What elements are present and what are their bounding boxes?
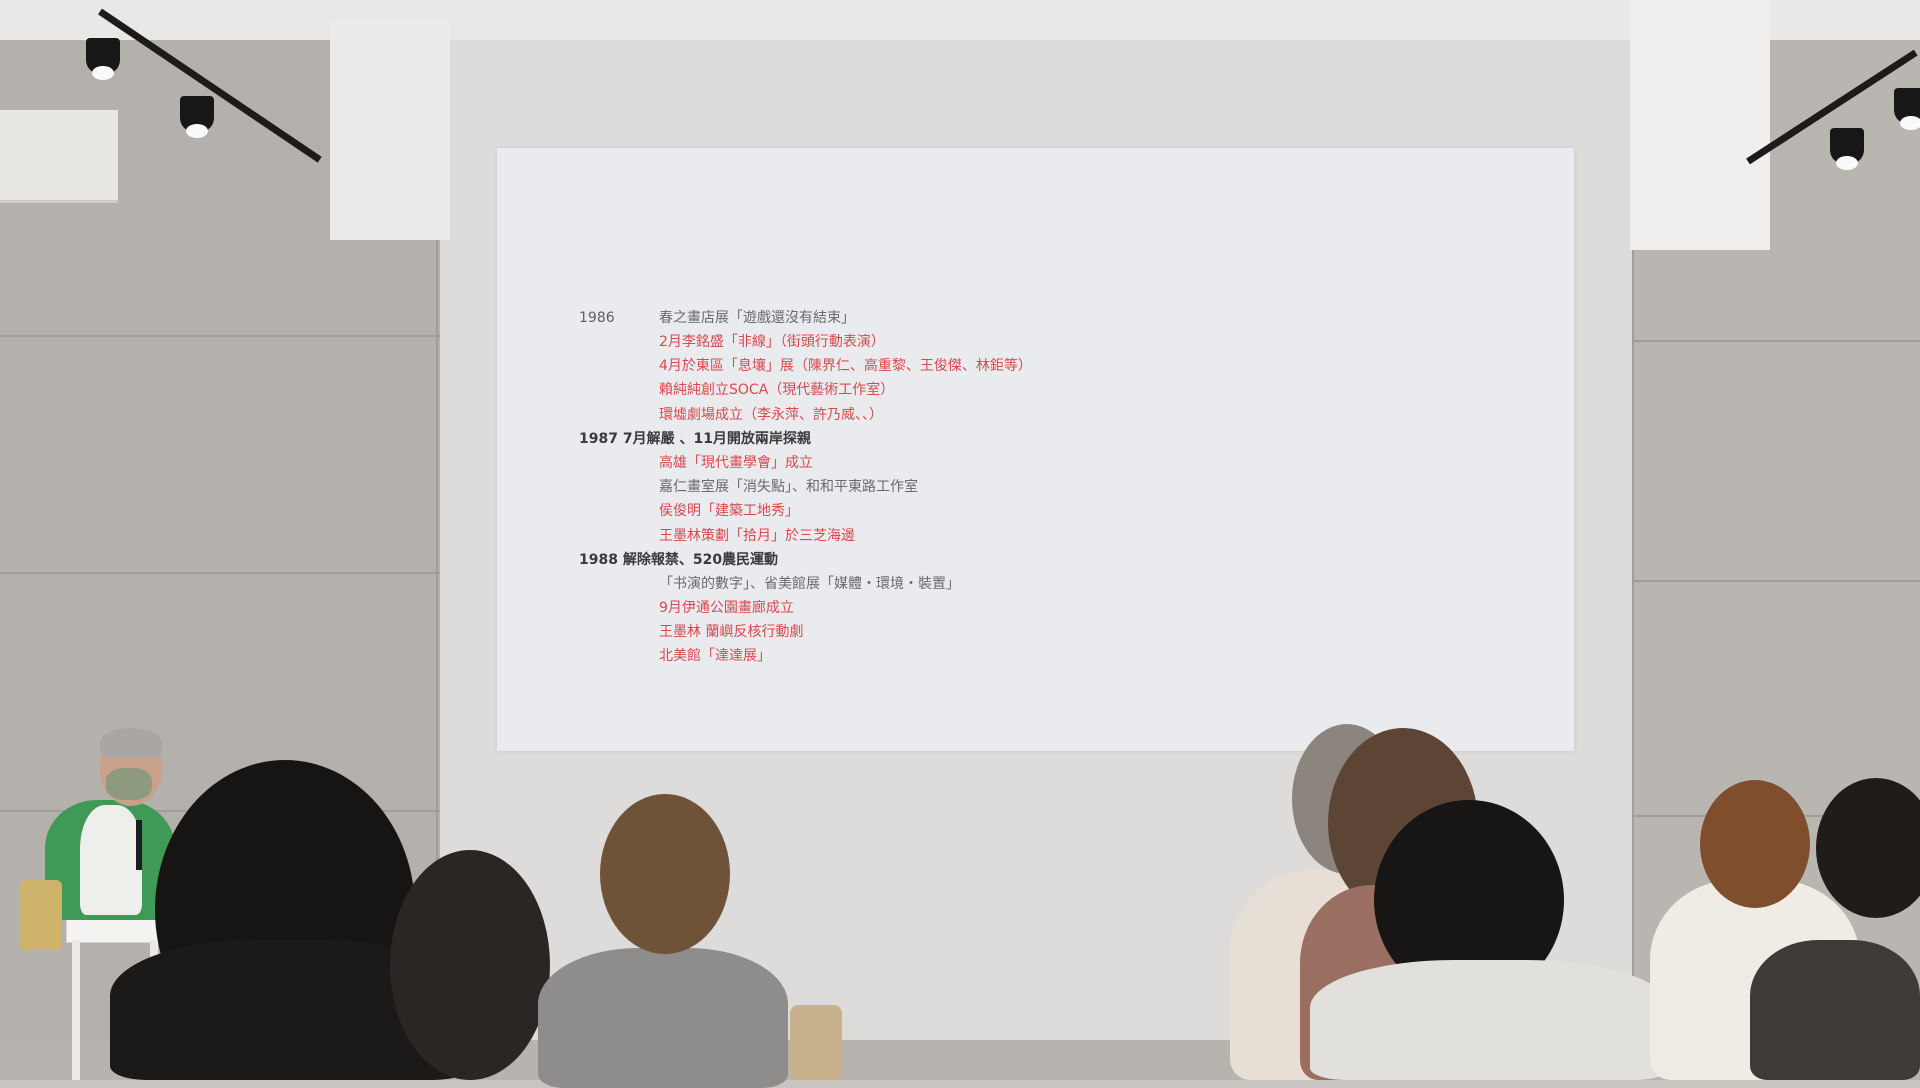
audience-body [1310, 960, 1670, 1080]
timeline-item: 2月李銘盛「非線」（街頭行動表演） [659, 334, 885, 350]
room-photo: 1986 春之畫店展「遊戲還沒有結束」 2月李銘盛「非線」（街頭行動表演） 4月… [0, 0, 1920, 1088]
spotlight-icon [1894, 88, 1920, 130]
year-header-1987: 1987 7月解嚴 、11月開放兩岸探親 [579, 431, 811, 447]
projection-screen: 1986 春之畫店展「遊戲還沒有結束」 2月李銘盛「非線」（街頭行動表演） 4月… [497, 148, 1574, 751]
timeline-item: 「书演的數字」、省美館展「媒體・環境・裝置」 [659, 576, 960, 592]
audience-head [600, 794, 730, 954]
audience-body [1750, 940, 1920, 1080]
speaker-shirt [80, 805, 142, 915]
timeline-item: 環墟劇場成立（李永萍、許乃威、、） [659, 407, 883, 423]
timeline-item: 賴純純創立SOCA（現代藝術工作室） [659, 382, 895, 398]
desk-leg [72, 940, 80, 1080]
timeline-item: 4月於東區「息壤」展（陳界仁、高重黎、王俊傑、林鉅等） [659, 358, 1032, 374]
spotlight-icon [180, 96, 214, 138]
audience-head [390, 850, 550, 1080]
year-header-1988: 1988 解除報禁、520農民運動 [579, 552, 779, 568]
wall-seam [1632, 340, 1920, 342]
chair-back [790, 1005, 842, 1080]
air-conditioner [0, 110, 118, 203]
timeline-item: 9月伊通公園畫廊成立 [659, 600, 794, 616]
timeline-item: 高雄「現代畫學會」成立 [659, 455, 813, 471]
speaker-hair [100, 728, 162, 758]
microphone-icon [136, 820, 142, 870]
ceiling-beam [330, 20, 450, 240]
timeline-item: 王墨林策劃「拾月」於三芝海邊 [659, 528, 855, 544]
timeline-item: 王墨林 蘭嶼反核行動劇 [659, 624, 804, 640]
wall-seam [0, 335, 440, 337]
ceiling-beam [1630, 0, 1770, 250]
timeline-item: 侯俊明「建築工地秀」 [659, 503, 799, 519]
audience-body [538, 948, 788, 1088]
wall-seam [1632, 580, 1920, 582]
year-label-1986: 1986 [579, 310, 615, 326]
speaker-chair [20, 880, 62, 950]
timeline-item: 嘉仁畫室展「消失點」、和和平東路工作室 [659, 479, 918, 495]
timeline-item: 北美館「達達展」 [659, 648, 771, 664]
timeline-item: 春之畫店展「遊戲還沒有結束」 [659, 310, 855, 326]
face-mask [106, 768, 152, 800]
spotlight-icon [86, 38, 120, 80]
audience-head [1700, 780, 1810, 908]
spotlight-icon [1830, 128, 1864, 170]
wall-seam [0, 572, 440, 574]
